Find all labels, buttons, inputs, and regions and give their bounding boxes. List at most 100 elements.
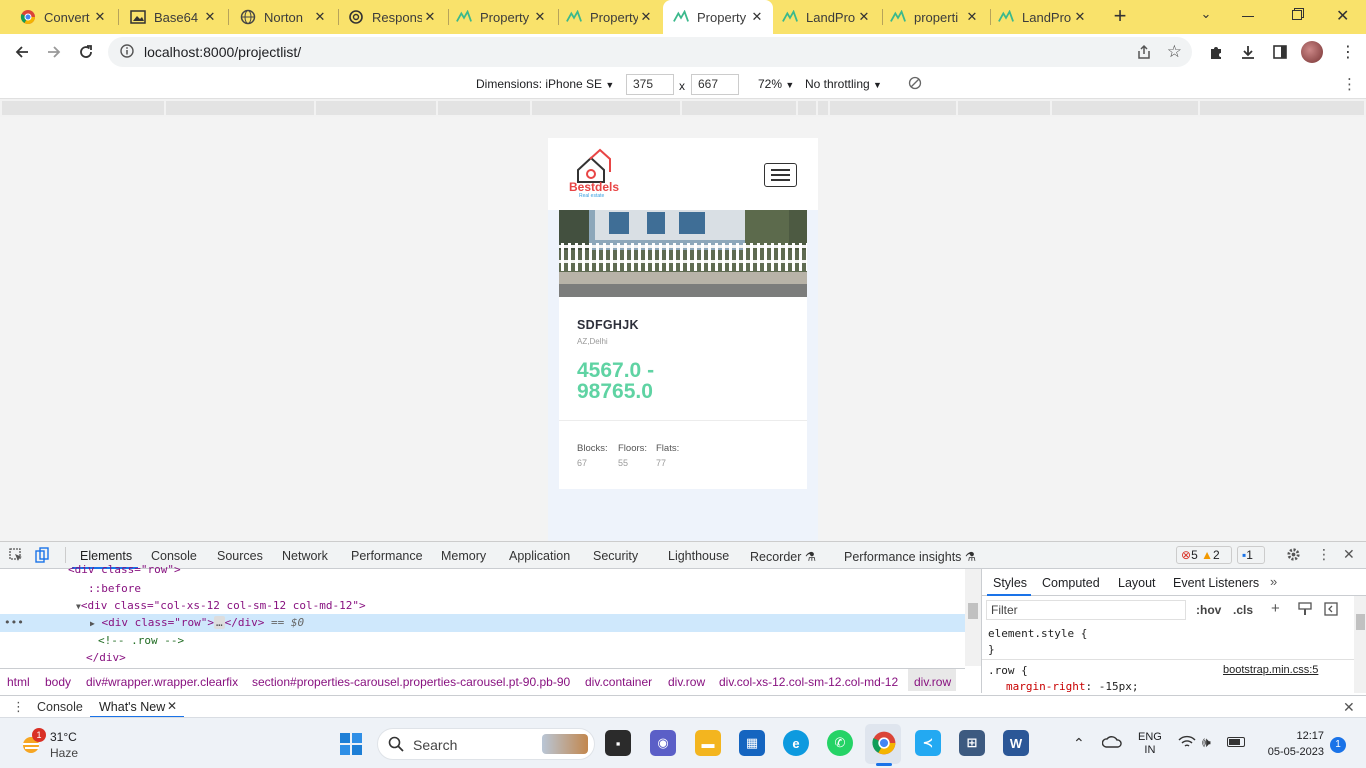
notification-badge[interactable]: 1 [1330,737,1346,753]
tab-active[interactable]: Property ✕ [663,0,773,34]
file-explorer-icon[interactable]: ▬ [695,730,721,756]
tab[interactable]: properti ✕ [884,0,988,34]
word-icon[interactable]: W [1003,730,1029,756]
breadcrumb-item-active[interactable]: div.row [914,675,951,689]
drawer-menu-icon[interactable]: ⋮ [12,699,25,715]
media-query-bar[interactable] [0,99,1366,117]
elements-scrollbar[interactable] [965,569,981,666]
tab-event-listeners[interactable]: Event Listeners [1173,576,1259,590]
cls-button[interactable]: .cls [1233,603,1253,617]
close-icon[interactable]: ✕ [312,9,328,25]
edge-icon[interactable]: e [783,730,809,756]
breadcrumb-item[interactable]: div.row [668,675,705,689]
device-select[interactable]: Dimensions: iPhone SE ▼ [476,77,614,91]
width-input[interactable]: 375 [626,74,674,95]
avatar[interactable] [1298,38,1326,66]
whatsapp-icon[interactable]: ✆ [827,730,853,756]
close-icon[interactable]: ✕ [638,9,654,25]
breadcrumb-item[interactable]: section#properties-carousel.properties-c… [252,675,570,689]
tab-security[interactable]: Security [593,549,638,563]
tab-performance[interactable]: Performance [351,549,423,563]
project-card[interactable]: SDFGHJK AZ,Delhi 4567.0 - 98765.0 Blocks… [559,210,807,489]
tab-network[interactable]: Network [282,549,328,563]
add-rule-icon[interactable]: + [1271,600,1280,617]
drawer-tab-whats-new[interactable]: What's New [99,700,165,714]
issues-counter[interactable]: ⊗5 ▲2 [1176,546,1232,564]
close-icon[interactable]: ✕ [964,9,980,25]
clock-time[interactable]: 12:17 [1290,730,1324,742]
breadcrumb-item[interactable]: html [7,675,30,689]
chrome-icon[interactable] [871,730,897,759]
forward-button[interactable] [40,38,68,66]
close-icon[interactable]: ✕ [532,9,548,25]
url-text[interactable]: localhost:8000/projectlist/ [144,44,301,60]
url-bar[interactable]: localhost:8000/projectlist/ ☆ [108,37,1192,67]
file-explorer-dark-icon[interactable]: ▪ [605,730,631,756]
tab[interactable]: Property ✕ [450,0,556,34]
device-toggle-icon[interactable] [35,547,49,566]
close-icon[interactable]: ✕ [202,9,218,25]
close-icon[interactable]: ✕ [422,9,438,25]
tab-performance-insights[interactable]: Performance insights ⚗ [844,549,976,564]
tab-layout[interactable]: Layout [1118,576,1156,590]
network-app-icon[interactable]: ⊞ [959,730,985,756]
close-icon[interactable]: ✕ [1072,9,1088,25]
extensions-icon[interactable] [1202,38,1230,66]
tab-console[interactable]: Console [151,549,197,563]
close-devtools-icon[interactable]: ✕ [1343,546,1355,563]
tab-elements[interactable]: Elements [80,549,132,563]
share-icon[interactable] [1136,44,1152,63]
windows-start-icon[interactable] [339,732,363,759]
close-icon[interactable]: ✕ [856,9,872,25]
onedrive-icon[interactable] [1101,735,1122,752]
zoom-select[interactable]: 72% ▼ [758,77,794,91]
breadcrumb-item[interactable]: div#wrapper.wrapper.clearfix [86,675,238,689]
weather-temp[interactable]: 31°C [50,730,77,744]
breadcrumb-item[interactable]: div.container [585,675,652,689]
side-panel-icon[interactable] [1266,38,1294,66]
close-icon[interactable]: ✕ [167,699,177,713]
dom-line[interactable]: ::before [88,582,141,595]
breadcrumb-item[interactable]: div.col-xs-12.col-sm-12.col-md-12 [719,675,898,689]
language-indicator[interactable]: ENG IN [1138,731,1162,756]
reload-button[interactable] [72,38,100,66]
selected-dom-line[interactable]: ••• ▶ <div class="row">… </div> == $0 [0,614,965,632]
more-options-icon[interactable]: ⋮ [1317,546,1331,563]
microsoft-store-icon[interactable]: ▦ [739,730,765,756]
project-name[interactable]: SDFGHJK [577,318,639,332]
dom-comment[interactable]: <!-- .row --> [98,634,184,647]
weather-desc[interactable]: Haze [50,746,78,760]
close-icon[interactable]: ✕ [92,9,108,25]
row-rule-selector[interactable]: .row { [988,664,1028,677]
tab-lighthouse[interactable]: Lighthouse [668,549,729,563]
inspect-element-icon[interactable] [9,548,23,565]
info-icon[interactable] [120,43,134,61]
tab[interactable]: Convert ✕ [0,0,116,34]
tab-computed[interactable]: Computed [1042,576,1100,590]
tab-sources[interactable]: Sources [217,549,263,563]
clock-date[interactable]: 05-05-2023 [1260,746,1324,758]
chevron-down-icon[interactable]: ⌄ [1196,6,1216,26]
drawer-tab-console[interactable]: Console [37,700,83,714]
element-style-rule[interactable]: element.style { [988,627,1087,640]
tab-application[interactable]: Application [509,549,570,563]
tab[interactable]: Respons ✕ [340,0,446,34]
menu-kebab-icon[interactable]: ⋮ [1334,38,1362,66]
css-declaration[interactable]: margin-right: -15px; [1006,680,1138,693]
row-rule-source-link[interactable]: bootstrap.min.css:5 [1223,664,1318,676]
elements-tree[interactable]: <div class="row"> ::before ▼<div class="… [0,563,981,666]
sidebar-toggle-icon[interactable] [1324,602,1338,619]
vscode-icon[interactable]: ≺ [915,730,941,756]
restore-icon[interactable] [1292,10,1302,20]
taskbar-search[interactable]: Search [377,728,595,760]
close-icon[interactable]: ✕ [749,9,765,25]
breadcrumb-item[interactable]: body [45,675,71,689]
property-image[interactable] [559,210,807,297]
hov-button[interactable]: :hov [1196,603,1221,617]
tab[interactable]: Norton ✕ [230,0,336,34]
battery-icon[interactable] [1227,737,1245,747]
more-tabs-icon[interactable]: » [1270,574,1277,589]
tab-memory[interactable]: Memory [441,549,486,563]
teams-chat-icon[interactable]: ◉ [650,730,676,756]
hamburger-menu-button[interactable] [764,163,797,187]
